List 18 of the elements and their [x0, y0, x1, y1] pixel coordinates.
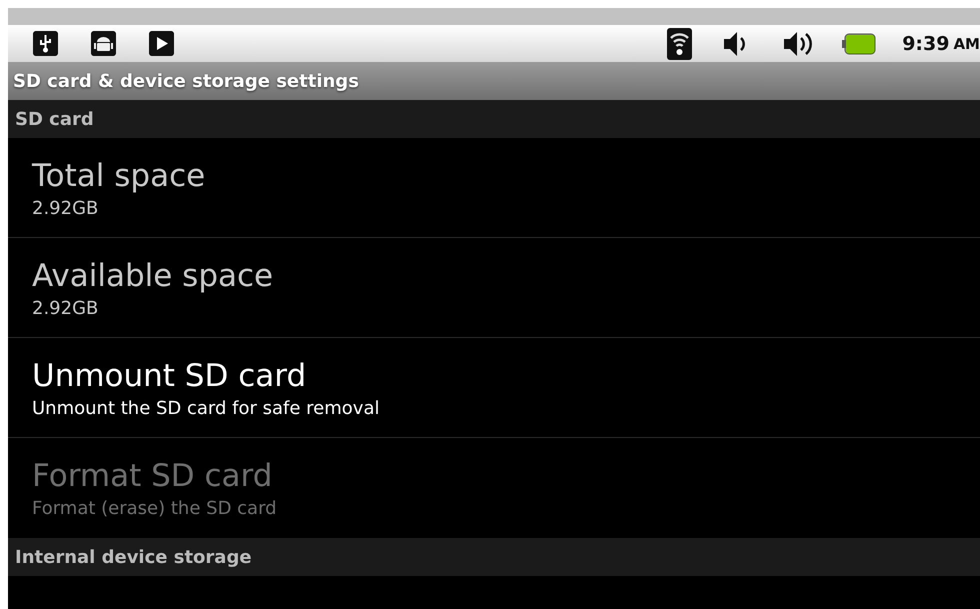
- android-robot-icon[interactable]: [91, 31, 116, 56]
- section-header: Internal device storage: [8, 538, 980, 576]
- item-summary: Format (erase) the SD card: [32, 498, 277, 519]
- screen-title: SD card & device storage settings: [13, 70, 359, 92]
- section-header: SD card: [8, 100, 980, 138]
- battery-icon: [842, 32, 876, 54]
- item-title: Total space: [32, 157, 206, 196]
- usb-icon[interactable]: [33, 31, 58, 56]
- play-icon[interactable]: [149, 31, 174, 56]
- item-title: Available space: [32, 257, 274, 296]
- item-summary: 2.92GB: [32, 198, 98, 219]
- item-title: Format SD card: [32, 457, 272, 496]
- clock-meridiem: AM: [953, 34, 980, 52]
- clock-time: 9:39: [902, 32, 950, 54]
- wifi-icon: [667, 28, 692, 60]
- item-summary: 2.92GB: [32, 298, 98, 319]
- item-title[interactable]: Unmount SD card: [32, 356, 306, 396]
- item-summary: Unmount the SD card for safe removal: [32, 398, 380, 419]
